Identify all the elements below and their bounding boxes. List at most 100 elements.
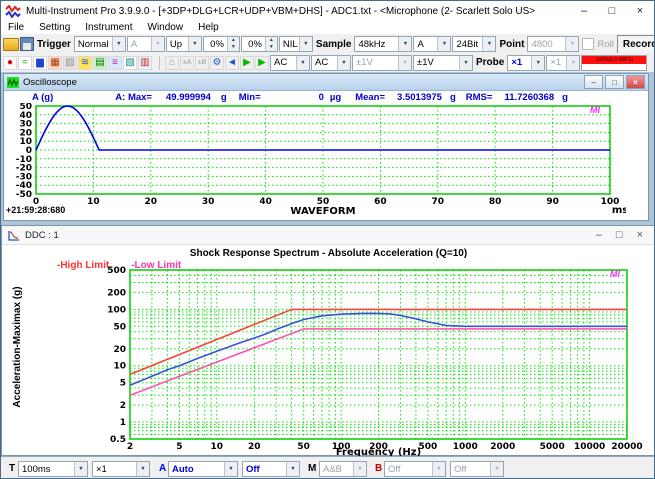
ddc-window-title: DDC : 1 [25, 230, 59, 241]
coupling-b-select[interactable]: AC▼ [311, 55, 351, 71]
menu-setting[interactable]: Setting [39, 22, 70, 33]
trigger-hpf-select[interactable]: NIL▼ [279, 36, 313, 52]
svg-text:500: 500 [419, 442, 438, 452]
srs-plot: 2510205010020050010002000500010000200005… [90, 264, 655, 457]
derived-data-icon[interactable]: ▥ [138, 56, 152, 70]
max-label: A: Max= [115, 92, 152, 103]
record-length-select: 4800▼ [527, 36, 579, 52]
svg-text:60: 60 [374, 197, 387, 207]
device-test-plan-icon[interactable]: ▧ [123, 56, 137, 70]
menu-instrument[interactable]: Instrument [85, 22, 132, 33]
svg-text:1: 1 [120, 418, 126, 428]
data-logger-icon[interactable]: ▤ [93, 56, 107, 70]
hold-icon[interactable]: ⌂ [165, 56, 179, 70]
osc-restore-icon[interactable]: □ [605, 75, 624, 89]
svg-text:30: 30 [202, 197, 215, 207]
ddc-title-bar[interactable]: DDC : 1 – □ × [2, 226, 655, 245]
level-meter-reading: 100%(0.0 dBFS) [582, 56, 646, 64]
oscilloscope-icon[interactable]: ≈ [18, 56, 32, 70]
trigger-mode-select[interactable]: Normal▼ [74, 36, 126, 52]
dropdown-arrow-icon: ▼ [531, 56, 544, 70]
sampling-channel-select[interactable]: A▼ [413, 36, 451, 52]
ddp-viewer-icon[interactable]: ≡ [108, 56, 122, 70]
ddc-window-icon [8, 230, 20, 241]
spectrum-analyzer-icon[interactable]: ▆ [33, 56, 47, 70]
channel-a-extra-select[interactable]: Off▼ [242, 461, 300, 477]
save-file-icon[interactable] [20, 37, 34, 51]
srs-mi-logo: MI [610, 269, 620, 279]
run-icon[interactable]: ▶ [240, 56, 254, 70]
svg-text:0.5: 0.5 [110, 435, 126, 445]
ddc-minimize-icon[interactable]: – [596, 229, 602, 241]
spectrum-3d-icon[interactable]: ▨ [63, 56, 77, 70]
channel-a-label: A (g) [32, 92, 53, 103]
coupling-a-select[interactable]: AC▼ [270, 55, 310, 71]
maximize-icon[interactable]: □ [598, 2, 626, 21]
title-bar: Multi-Instrument Pro 3.9.9.0 - [+3DP+DLG… [1, 1, 654, 22]
osc-mi-logo: MI [590, 105, 600, 115]
dropdown-arrow-icon: ▼ [398, 56, 411, 70]
osc-close-icon[interactable]: × [626, 75, 645, 89]
record-button[interactable]: Record [617, 35, 655, 54]
svg-text:-50: -50 [16, 190, 32, 200]
invert-a-icon[interactable]: ±A [180, 56, 194, 70]
ddc-maximize-icon[interactable]: □ [616, 229, 623, 241]
range-b-select[interactable]: ±1V▼ [413, 55, 473, 71]
setup-wrench-icon[interactable]: ⚙ [210, 56, 224, 70]
svg-text:20: 20 [113, 345, 126, 355]
toolbar-instruments: ●≈▆▦▨≋▤≡▧▥⌂±A±B⚙◄▶▶ AC▼ AC▼ ±1V▼ ±1V▼ Pr… [1, 53, 654, 72]
svg-text:50: 50 [113, 322, 126, 332]
mean-label: Mean= [355, 92, 385, 103]
ddc-close-icon[interactable]: × [637, 229, 643, 241]
record-icon[interactable]: ● [3, 56, 17, 70]
svg-text:2: 2 [127, 442, 133, 452]
svg-text:200: 200 [107, 288, 126, 298]
trigger-label: Trigger [35, 39, 73, 50]
dropdown-arrow-icon: ▼ [437, 37, 450, 51]
oscilloscope-title-bar[interactable]: Oscilloscope – □ × [4, 74, 648, 91]
sampling-rate-select[interactable]: 48kHz▼ [354, 36, 412, 52]
probe-a-select[interactable]: ×1▼ [507, 55, 545, 71]
toolbar-separator [153, 56, 160, 70]
run-auto-icon[interactable]: ▶ [255, 56, 269, 70]
max-value: 49.999994 [166, 92, 211, 103]
sweep-time-select[interactable]: 100ms▼ [18, 461, 88, 477]
trigger-source-select: A▼ [127, 36, 165, 52]
oscilloscope-window-title: Oscilloscope [23, 77, 77, 88]
output-volume-icon[interactable]: ◄ [225, 56, 239, 70]
bit-resolution-select[interactable]: 24Bit▼ [452, 36, 496, 52]
minimize-icon[interactable]: – [570, 2, 598, 21]
dropdown-arrow-icon: ▼ [151, 37, 164, 51]
trigger-level-spinner[interactable]: 0%▲▼ [203, 36, 240, 52]
channel-b-extra-select: Off▼ [450, 461, 504, 477]
dropdown-arrow-icon: ▼ [432, 462, 445, 476]
menu-help[interactable]: Help [198, 22, 219, 33]
multimeter-icon[interactable]: ▦ [48, 56, 62, 70]
osc-minimize-icon[interactable]: – [584, 75, 603, 89]
rms-value: 11.7260368 [504, 92, 554, 103]
dropdown-arrow-icon: ▼ [353, 462, 366, 476]
sweep-mult-select[interactable]: ×1▼ [92, 461, 150, 477]
trigger-delay-spinner[interactable]: 0%▲▼ [241, 36, 278, 52]
svg-text:500: 500 [107, 266, 126, 276]
menu-file[interactable]: File [8, 22, 24, 33]
toolbar2-icons: ●≈▆▦▨≋▤≡▧▥⌂±A±B⚙◄▶▶ [3, 56, 269, 70]
trigger-edge-select[interactable]: Up▼ [166, 36, 202, 52]
menu-window[interactable]: Window [148, 22, 184, 33]
invert-b-icon[interactable]: ±B [195, 56, 209, 70]
open-file-icon[interactable] [3, 38, 19, 51]
svg-text:WAVEFORM: WAVEFORM [290, 206, 355, 217]
svg-text:20: 20 [145, 197, 158, 207]
channel-a-mode-select[interactable]: Auto▼ [168, 461, 238, 477]
toolbar-acquisition: Trigger Normal▼ A▼ Up▼ 0%▲▼ 0%▲▼ NIL▼ Sa… [1, 33, 654, 54]
window-title: Multi-Instrument Pro 3.9.9.0 - [+3DP+DLG… [26, 6, 535, 17]
svg-text:2: 2 [120, 401, 126, 411]
dropdown-arrow-icon: ▼ [482, 37, 495, 51]
probe-label: Probe [474, 57, 506, 68]
ddc-window: DDC : 1 – □ × Shock Response Spectrum - … [1, 225, 655, 456]
close-icon[interactable]: × [626, 2, 654, 21]
range-a-select: ±1V▼ [352, 55, 412, 71]
min-value: 0 [319, 92, 324, 103]
waterfall-plot-icon[interactable]: ≋ [78, 56, 92, 70]
svg-text:1000: 1000 [453, 442, 478, 452]
